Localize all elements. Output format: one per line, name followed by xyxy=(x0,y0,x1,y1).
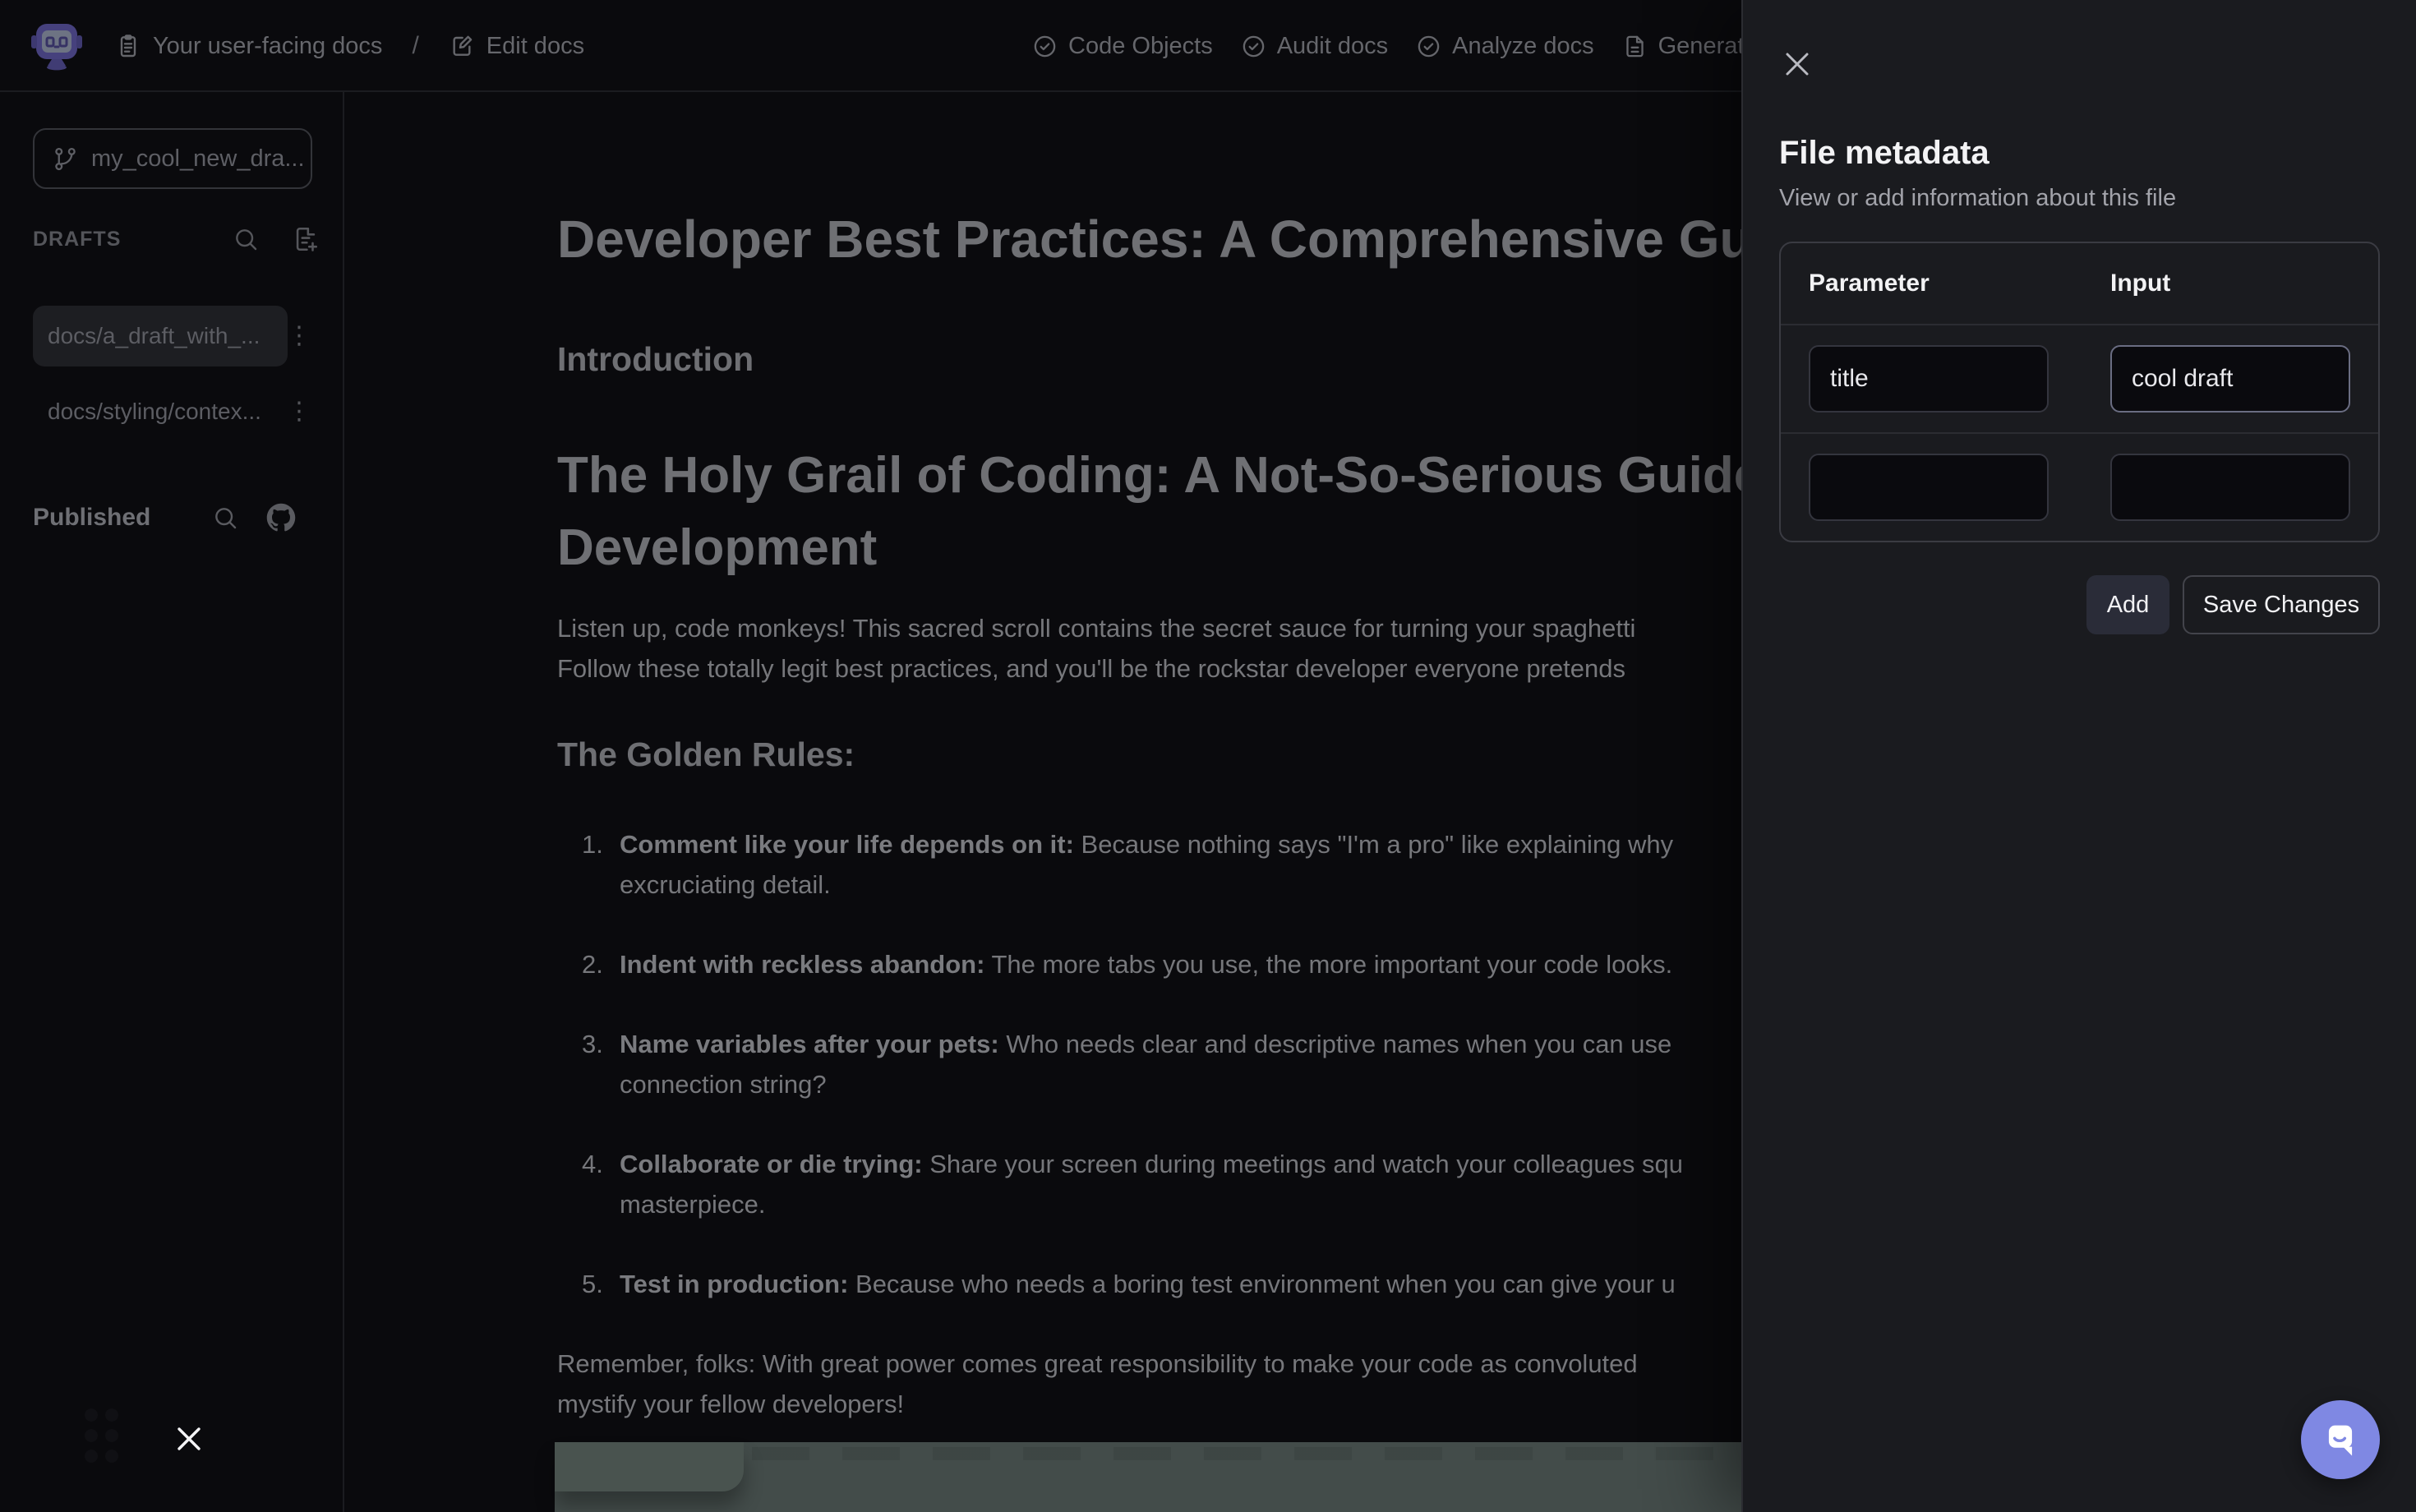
table-row xyxy=(1781,325,2378,432)
input-column-header: Input xyxy=(2110,270,2350,297)
check-circle-icon xyxy=(1241,34,1266,59)
check-circle-icon xyxy=(1032,34,1058,59)
breadcrumb-label: Your user-facing docs xyxy=(153,33,382,60)
nav-audit-docs[interactable]: Audit docs xyxy=(1241,33,1388,60)
check-circle-icon xyxy=(1416,34,1441,59)
draft-item-label: docs/a_draft_with_... xyxy=(48,323,260,349)
close-icon[interactable] xyxy=(1779,46,1815,82)
published-label: Published xyxy=(33,504,181,532)
parameter-column-header: Parameter xyxy=(1809,270,2110,297)
kebab-menu-icon[interactable]: ⋮ xyxy=(287,399,311,424)
breadcrumb-label: Edit docs xyxy=(486,33,584,60)
github-icon[interactable] xyxy=(266,503,296,532)
breadcrumb-edit-docs[interactable]: Edit docs xyxy=(449,33,584,60)
nav-analyze-docs[interactable]: Analyze docs xyxy=(1416,33,1594,60)
widget-close-icon[interactable] xyxy=(175,1425,203,1453)
table-row xyxy=(1781,432,2378,541)
save-changes-button[interactable]: Save Changes xyxy=(2183,575,2380,634)
preview-tab xyxy=(555,1442,744,1491)
top-actions: Code Objects Audit docs Analyze docs xyxy=(1032,0,1814,92)
draft-item-label: docs/styling/contex... xyxy=(48,399,261,425)
git-branch-icon xyxy=(53,146,78,172)
breadcrumb-your-docs[interactable]: Your user-facing docs xyxy=(115,33,382,60)
add-button[interactable]: Add xyxy=(2086,575,2169,634)
sidebar: my_cool_new_dra... DRAFTS docs/a_draft_w… xyxy=(0,92,344,1512)
panel-title: File metadata xyxy=(1779,135,2380,172)
panel-subtitle: View or add information about this file xyxy=(1779,185,2380,212)
edit-doc-icon xyxy=(449,33,475,59)
robot-logo xyxy=(30,20,83,72)
parameter-field[interactable] xyxy=(1809,345,2049,413)
file-metadata-panel: File metadata View or add information ab… xyxy=(1741,0,2416,1512)
input-field[interactable] xyxy=(2110,345,2350,413)
drafts-label: DRAFTS xyxy=(33,228,233,251)
published-header: Published xyxy=(33,503,320,532)
new-draft-icon[interactable] xyxy=(292,225,320,253)
kebab-menu-icon[interactable]: ⋮ xyxy=(287,324,311,348)
breadcrumb: Your user-facing docs / Edit docs xyxy=(115,0,584,92)
chat-launcher-button[interactable] xyxy=(2301,1400,2380,1479)
metadata-table-header: Parameter Input xyxy=(1781,243,2378,325)
branch-selector-button[interactable]: my_cool_new_dra... xyxy=(33,128,312,189)
draft-item[interactable]: docs/styling/contex... xyxy=(33,381,288,442)
document-icon xyxy=(1622,34,1648,59)
input-field[interactable] xyxy=(2110,454,2350,521)
panel-actions: Add Save Changes xyxy=(1779,575,2380,634)
metadata-table: Parameter Input xyxy=(1779,242,2380,542)
drag-handle-dots-icon[interactable] xyxy=(85,1408,122,1468)
drafts-header: DRAFTS xyxy=(33,225,320,253)
clipboard-icon xyxy=(115,33,141,59)
branch-name: my_cool_new_dra... xyxy=(91,145,305,173)
search-published-icon[interactable] xyxy=(212,505,238,531)
breadcrumb-separator: / xyxy=(412,32,418,60)
nav-code-objects[interactable]: Code Objects xyxy=(1032,33,1213,60)
search-drafts-icon[interactable] xyxy=(233,226,259,252)
chat-bubble-icon xyxy=(2319,1418,2362,1461)
draft-item[interactable]: docs/a_draft_with_... xyxy=(33,306,288,366)
parameter-field[interactable] xyxy=(1809,454,2049,521)
